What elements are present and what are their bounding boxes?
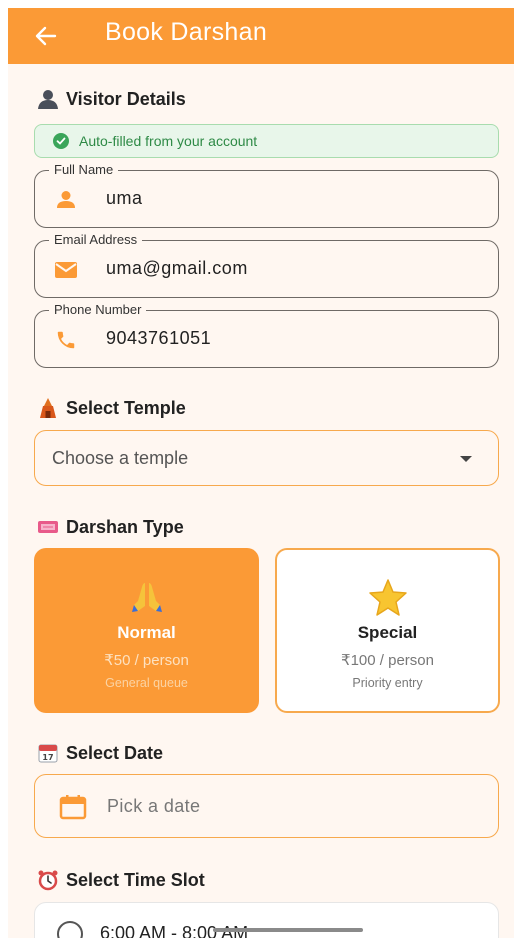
date-picker-field[interactable]: Pick a date: [34, 774, 499, 838]
select-temple-title: Select Temple: [66, 397, 186, 418]
full-name-label: Full Name: [49, 162, 119, 177]
chevron-down-icon: [460, 456, 472, 462]
select-time-slot-title: Select Time Slot: [66, 869, 205, 890]
full-name-field[interactable]: Full Name uma: [34, 162, 499, 228]
calendar-emoji-icon: 17: [36, 742, 60, 764]
date-placeholder: Pick a date: [107, 796, 201, 816]
star-icon: [277, 578, 498, 618]
darshan-type-title: Darshan Type: [66, 516, 184, 537]
select-time-slot-heading: Select Time Slot: [36, 869, 205, 891]
email-value: uma@gmail.com: [106, 258, 248, 278]
check-circle-icon: [53, 133, 69, 149]
temple-icon: [36, 397, 60, 419]
svg-text:17: 17: [42, 753, 53, 762]
select-temple-heading: Select Temple: [36, 397, 186, 419]
normal-option-name: Normal: [117, 623, 176, 642]
visitor-details-title: Visitor Details: [66, 88, 186, 109]
phone-label: Phone Number: [49, 302, 147, 317]
phone-field[interactable]: Phone Number 9043761051: [34, 302, 499, 368]
app-screen: Book Darshan Visitor Details Auto-filled…: [8, 8, 514, 938]
phone-icon: [53, 327, 79, 353]
home-indicator[interactable]: [213, 928, 363, 932]
darshan-type-heading: Darshan Type: [36, 516, 184, 538]
ticket-icon: [36, 516, 60, 538]
darshan-option-normal[interactable]: Normal ₹50 / person General queue: [34, 548, 259, 713]
special-option-price: ₹100 / person: [341, 652, 434, 669]
darshan-option-special[interactable]: Special ₹100 / person Priority entry: [275, 548, 500, 713]
email-label: Email Address: [49, 232, 143, 247]
arrow-left-icon: [35, 26, 57, 46]
phone-value: 9043761051: [106, 328, 212, 348]
folded-hands-icon: [34, 576, 259, 616]
autofill-banner: Auto-filled from your account: [34, 124, 499, 158]
temple-dropdown[interactable]: Choose a temple: [34, 430, 499, 486]
email-field[interactable]: Email Address uma@gmail.com: [34, 232, 499, 298]
mail-icon: [53, 257, 79, 283]
normal-option-price: ₹50 / person: [104, 652, 189, 669]
calendar-icon: [59, 794, 87, 820]
temple-dropdown-placeholder: Choose a temple: [52, 448, 189, 468]
autofill-text: Auto-filled from your account: [79, 133, 258, 149]
visitor-details-heading: Visitor Details: [36, 88, 186, 110]
app-bar: Book Darshan: [8, 8, 514, 64]
alarm-clock-icon: [36, 869, 60, 891]
select-date-title: Select Date: [66, 742, 164, 763]
special-option-name: Special: [357, 623, 418, 642]
normal-option-description: General queue: [105, 676, 188, 690]
select-date-heading: 17 Select Date: [36, 742, 163, 764]
full-name-value: uma: [106, 188, 143, 208]
back-button[interactable]: [30, 20, 62, 52]
page-title: Book Darshan: [105, 18, 268, 46]
person-silhouette-icon: [36, 88, 60, 110]
time-slot-option[interactable]: 6:00 AM - 8:00 AM: [34, 902, 499, 938]
radio-button[interactable]: [57, 921, 83, 938]
person-icon: [53, 187, 79, 213]
special-option-description: Priority entry: [352, 676, 423, 690]
